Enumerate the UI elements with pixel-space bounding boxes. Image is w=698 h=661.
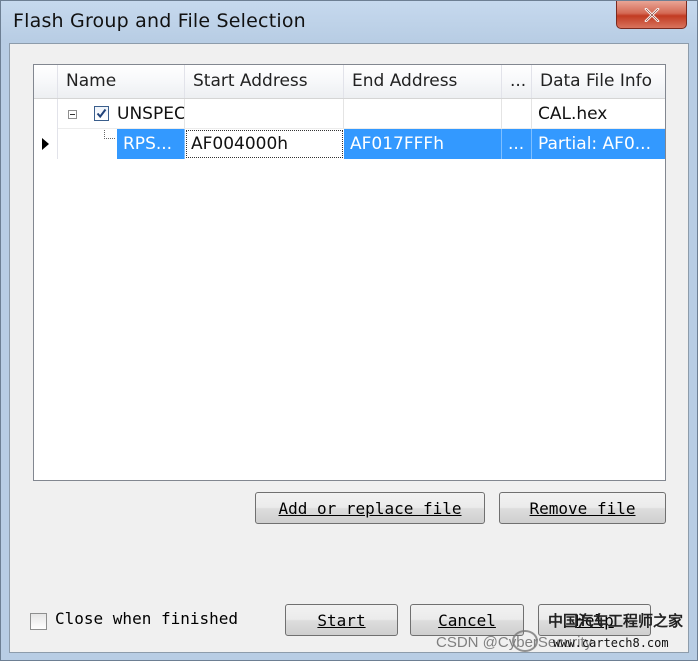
group-name: UNSPEC [117, 104, 185, 124]
close-when-finished-label[interactable]: Close when finished [55, 609, 238, 628]
cancel-label: Cancel [438, 610, 496, 630]
column-header-end-address[interactable]: End Address [344, 65, 502, 98]
table-row-selected[interactable]: RPS... AF004000h AF017FFFh ... Partial: … [34, 129, 665, 159]
watermark-site: www.cartech8.com [553, 636, 669, 650]
cell-data-file-info[interactable]: Partial: AF0... [532, 129, 665, 159]
table-row[interactable]: UNSPEC CAL.hex [34, 99, 665, 129]
cell-data-file-info[interactable]: CAL.hex [532, 99, 665, 129]
cell-end-address[interactable] [344, 99, 502, 129]
row-header[interactable] [34, 99, 58, 129]
watermark-csdn: CSDN @CyberSecurity [436, 634, 593, 651]
dialog-client-area: Name Start Address End Address ... Data … [9, 43, 689, 653]
row-header[interactable] [34, 129, 58, 159]
window-title: Flash Group and File Selection [13, 10, 306, 32]
add-or-replace-file-label: Add or replace file [278, 498, 462, 518]
dialog-window: Flash Group and File Selection Name Star… [0, 0, 698, 661]
tree-connector [104, 129, 115, 139]
checkmark-icon [96, 108, 107, 119]
title-bar[interactable]: Flash Group and File Selection [1, 1, 697, 43]
help-label: Help [575, 610, 614, 630]
cell-more[interactable] [502, 99, 532, 129]
cancel-button[interactable]: Cancel [410, 604, 524, 636]
close-icon [644, 7, 660, 22]
start-label: Start [317, 610, 366, 630]
start-address-editor[interactable]: AF004000h [185, 129, 344, 159]
column-header-start-address[interactable]: Start Address [185, 65, 344, 98]
help-button[interactable]: Help [538, 604, 651, 636]
add-or-replace-file-button[interactable]: Add or replace file [255, 492, 485, 524]
close-when-finished-checkbox[interactable] [30, 613, 47, 630]
cell-more[interactable]: ... [502, 129, 532, 159]
collapse-icon[interactable] [68, 110, 77, 119]
child-name: RPS... [117, 129, 185, 159]
group-checkbox[interactable] [94, 106, 109, 121]
cell-name[interactable]: UNSPEC [58, 99, 185, 129]
column-header-data-file-info[interactable]: Data File Info [532, 65, 665, 98]
column-header-more[interactable]: ... [502, 65, 532, 98]
column-header-name[interactable]: Name [58, 65, 185, 98]
grid-header: Name Start Address End Address ... Data … [34, 65, 665, 99]
remove-file-label: Remove file [529, 498, 636, 518]
start-button[interactable]: Start [285, 604, 398, 636]
flash-group-grid[interactable]: Name Start Address End Address ... Data … [33, 64, 666, 481]
current-row-arrow-icon [42, 138, 49, 150]
row-header-corner [34, 65, 58, 98]
cell-name[interactable]: RPS... [58, 129, 185, 159]
cell-start-address[interactable] [185, 99, 344, 129]
close-button[interactable] [616, 1, 687, 29]
cell-end-address[interactable]: AF017FFFh [344, 129, 502, 159]
remove-file-button[interactable]: Remove file [499, 492, 666, 524]
